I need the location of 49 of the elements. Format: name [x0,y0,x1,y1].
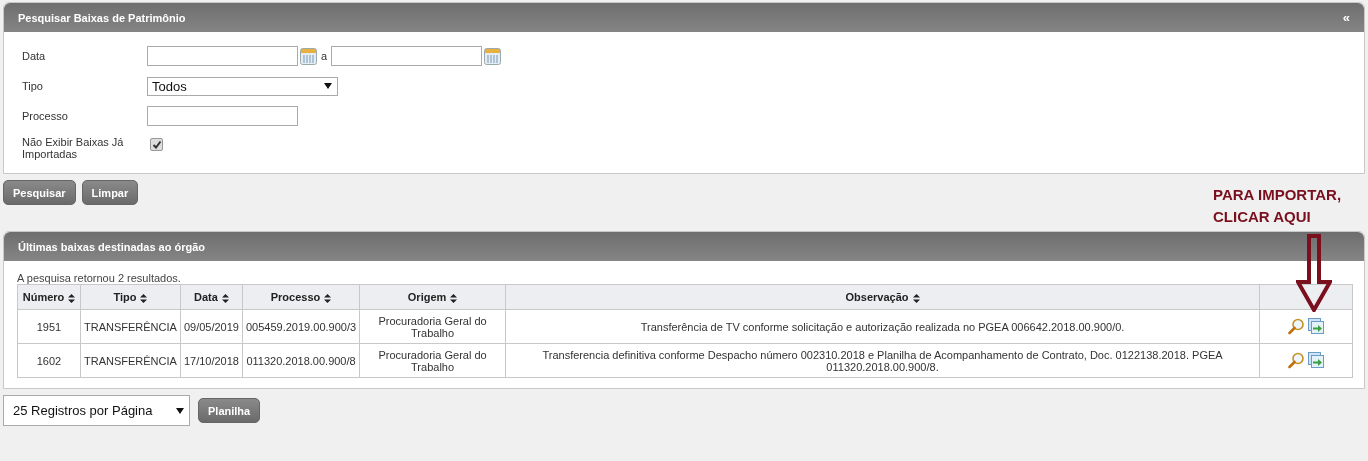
collapse-button[interactable]: « [1342,10,1350,25]
table-cell: 005459.2019.00.900/3 [242,309,360,344]
table-cell: 17/10/2018 [180,343,243,378]
dropdown-arrow-icon[interactable] [324,83,332,89]
date-field[interactable] [147,46,298,66]
table-cell: Procuradoria Geral do Trabalho [359,343,506,378]
sort-icon[interactable] [324,293,332,303]
table-cell: 1951 [17,309,81,344]
down-arrow-icon[interactable] [1296,234,1332,312]
table-cell: 1602 [17,343,81,378]
result-summary: A pesquisa retornou 2 resultados. [17,272,182,284]
table-cell: 09/05/2019 [180,309,243,344]
sort-icon[interactable] [140,293,148,303]
field-label: Processo [22,110,69,122]
button[interactable]: Limpar [81,180,139,205]
sort-icon[interactable] [912,293,920,303]
column-header[interactable]: Origem [359,284,506,310]
table-cell: Procuradoria Geral do Trabalho [359,309,506,344]
button[interactable]: Pesquisar [3,180,76,205]
column-header[interactable]: Processo [242,284,360,310]
process-field[interactable] [147,106,298,126]
range-separator: a [321,50,328,62]
field-label: Não Exibir Baixas Já Importadas [22,136,125,160]
magnifier-icon[interactable] [1287,318,1304,335]
table-cell: TRANSFERÊNCIA [80,343,181,378]
dropdown-arrow-icon[interactable] [176,407,184,414]
column-header[interactable]: Data [180,284,243,310]
column-header[interactable]: Número [17,284,81,310]
panel-title: Últimas baixas destinadas ao órgão [18,240,206,253]
sort-icon[interactable] [450,293,458,303]
spreadsheet-button[interactable]: Planilha [198,398,261,423]
page-size-select[interactable]: 25 Registros por Página [3,395,190,426]
sort-icon[interactable] [221,293,229,303]
column-header[interactable]: Observação [505,284,1260,310]
column-header[interactable]: Tipo [80,284,181,310]
import-icon[interactable] [1307,352,1325,369]
table-cell: Transferencia definitiva conforme Despacho número 002310.2018 e Planilha de Acompanhamento de Contrato, Doc. 0122138.2018. PGEA 011320.2018.00.900/8. [505,343,1260,378]
sort-icon[interactable] [68,293,76,303]
type-select[interactable]: Todos [147,76,338,96]
magnifier-icon[interactable] [1287,352,1304,369]
field-label: Data [22,50,47,62]
import-icon[interactable] [1307,318,1325,335]
table-cell: 011320.2018.00.900/8 [242,343,360,378]
panel-title: Pesquisar Baixas de Patrimônio [18,11,186,24]
table-cell: TRANSFERÊNCIA [80,309,181,344]
field-label: Tipo [22,80,44,92]
annotation-text: PARA IMPORTAR, CLICAR AQUI [1213,185,1343,227]
table-cell: Transferência de TV conforme solicitação e autorização realizada no PGEA 006642.2018.00.900/0. [505,309,1260,344]
date-field[interactable] [331,46,483,66]
